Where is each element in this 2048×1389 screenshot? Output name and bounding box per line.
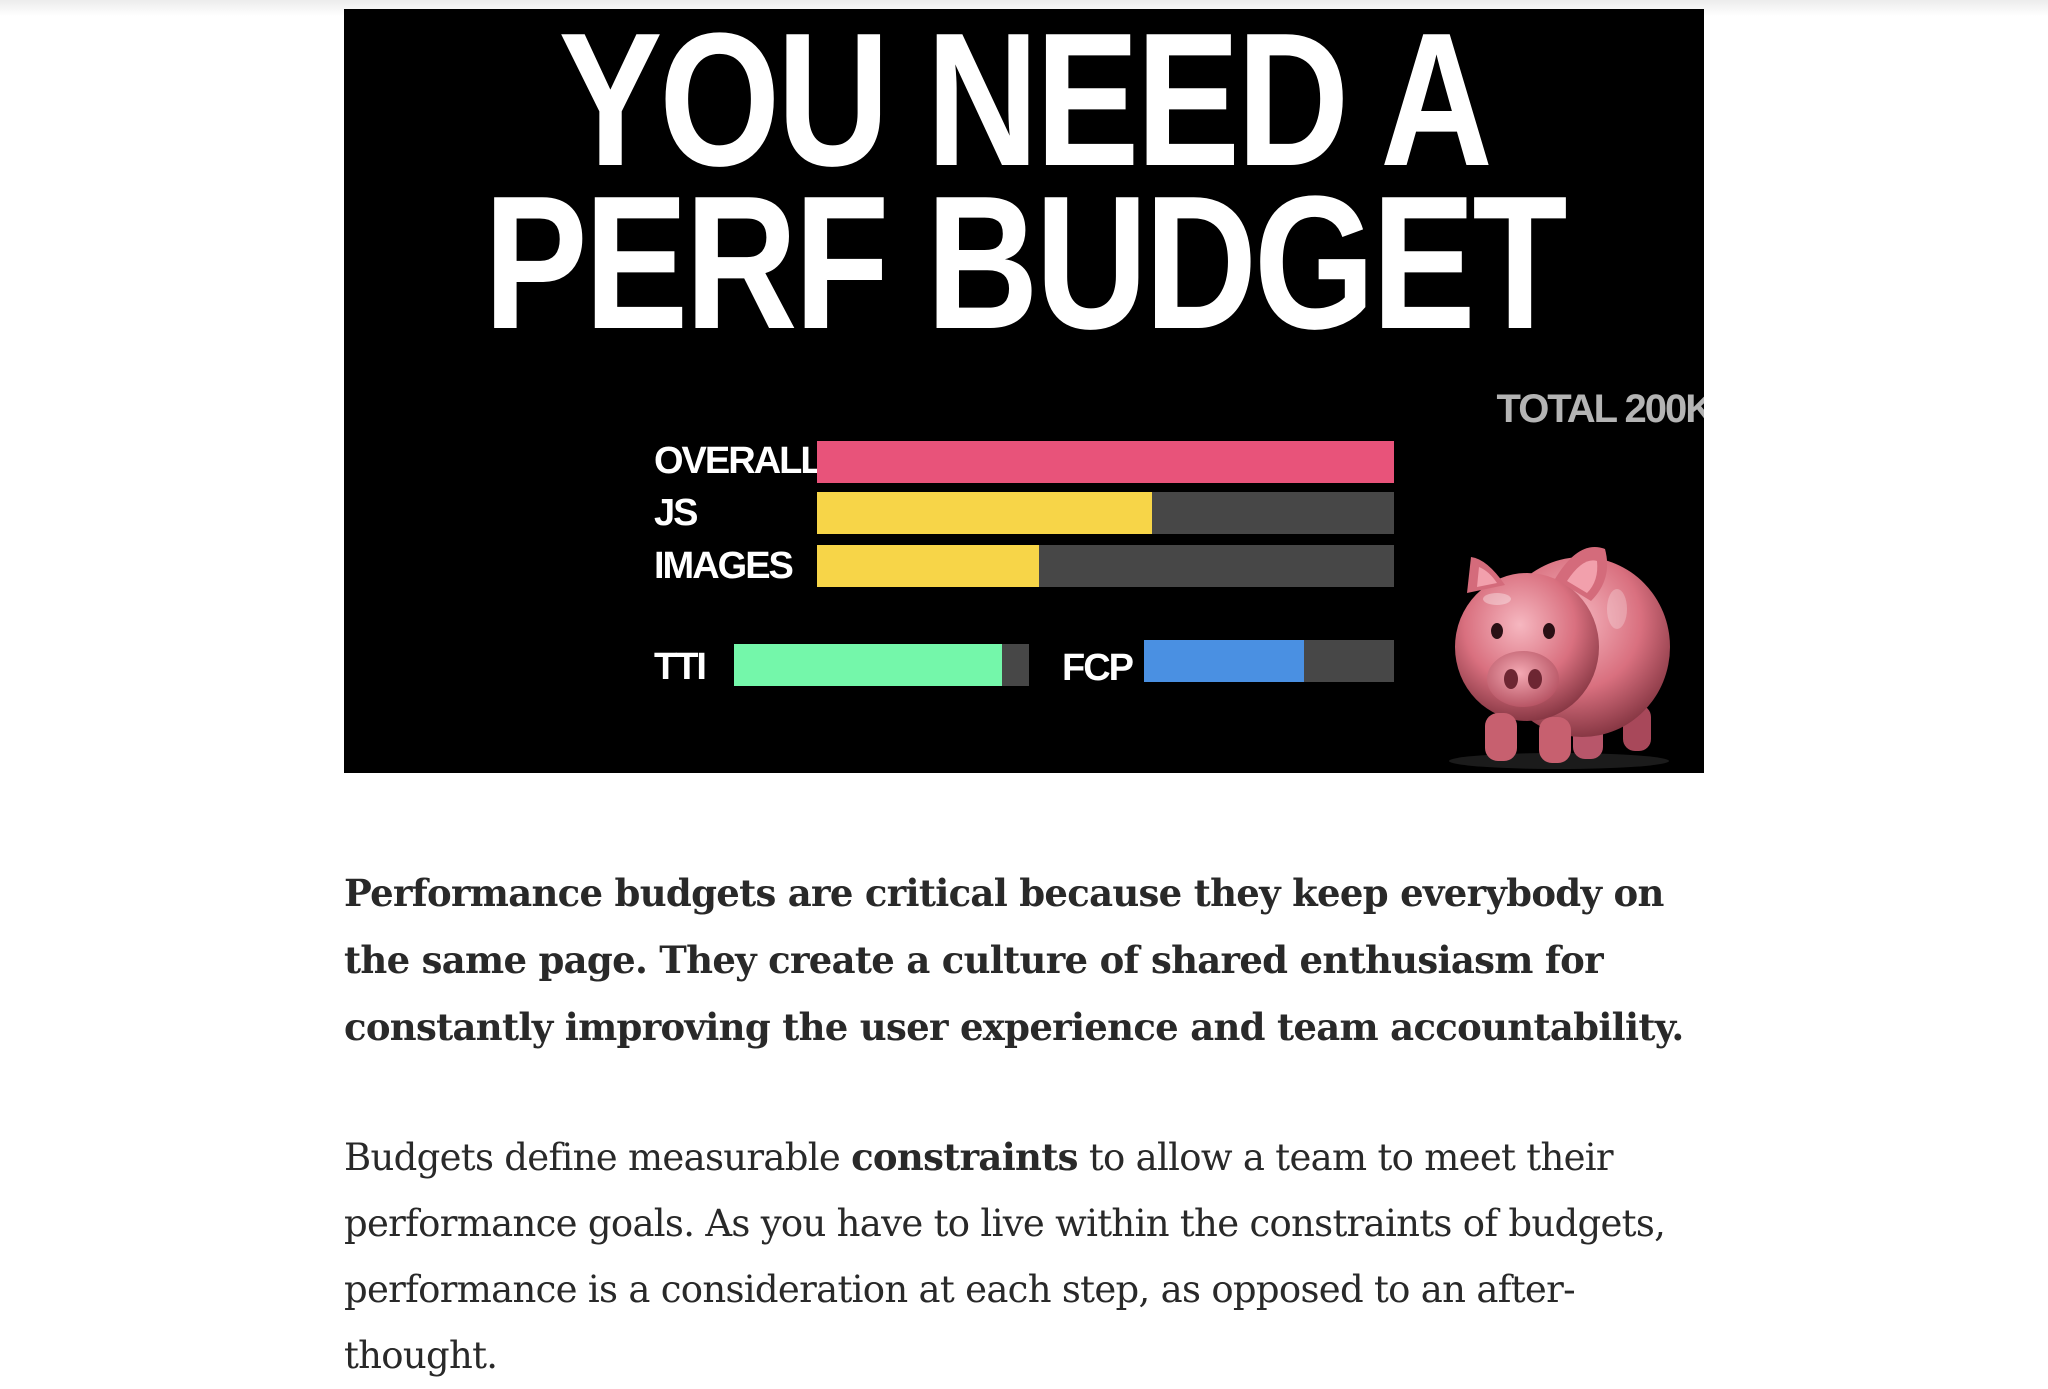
hero-title: YOU NEED A PERF BUDGET bbox=[466, 9, 1581, 369]
body-paragraph: Budgets define measurable constraints to… bbox=[344, 1124, 1704, 1389]
body-text-part-1: Budgets define measurable bbox=[344, 1136, 852, 1179]
bar-track-images bbox=[817, 545, 1394, 587]
metric-track-tti bbox=[734, 644, 1029, 686]
bar-track-js bbox=[817, 492, 1394, 534]
lead-paragraph: Performance budgets are critical because… bbox=[344, 871, 1684, 1049]
total-budget-label: TOTAL 200KB bbox=[1496, 387, 1704, 431]
metric-fill-tti bbox=[734, 644, 1003, 686]
emphasis-constraints: constraints bbox=[851, 1135, 1078, 1179]
bar-label-js: JS bbox=[654, 492, 699, 534]
bar-label-images: IMAGES bbox=[654, 545, 794, 587]
piggy-bank-icon bbox=[1449, 547, 1670, 769]
bar-fill-js bbox=[817, 492, 1152, 534]
hero-title-line-2: PERF BUDGET bbox=[483, 157, 1568, 369]
metric-label-fcp: FCP bbox=[1062, 647, 1134, 689]
bar-label-overall: OVERALL bbox=[654, 440, 824, 482]
metric-label-tti: TTI bbox=[654, 646, 707, 688]
bar-track-overall bbox=[817, 441, 1394, 483]
metric-track-fcp bbox=[1144, 640, 1394, 682]
metric-fill-fcp bbox=[1144, 640, 1304, 682]
perf-budget-hero-image: YOU NEED A PERF BUDGET TOTAL 200KB OVERA… bbox=[344, 9, 1704, 773]
bar-fill-overall bbox=[817, 441, 1394, 483]
bar-fill-images bbox=[817, 545, 1040, 587]
